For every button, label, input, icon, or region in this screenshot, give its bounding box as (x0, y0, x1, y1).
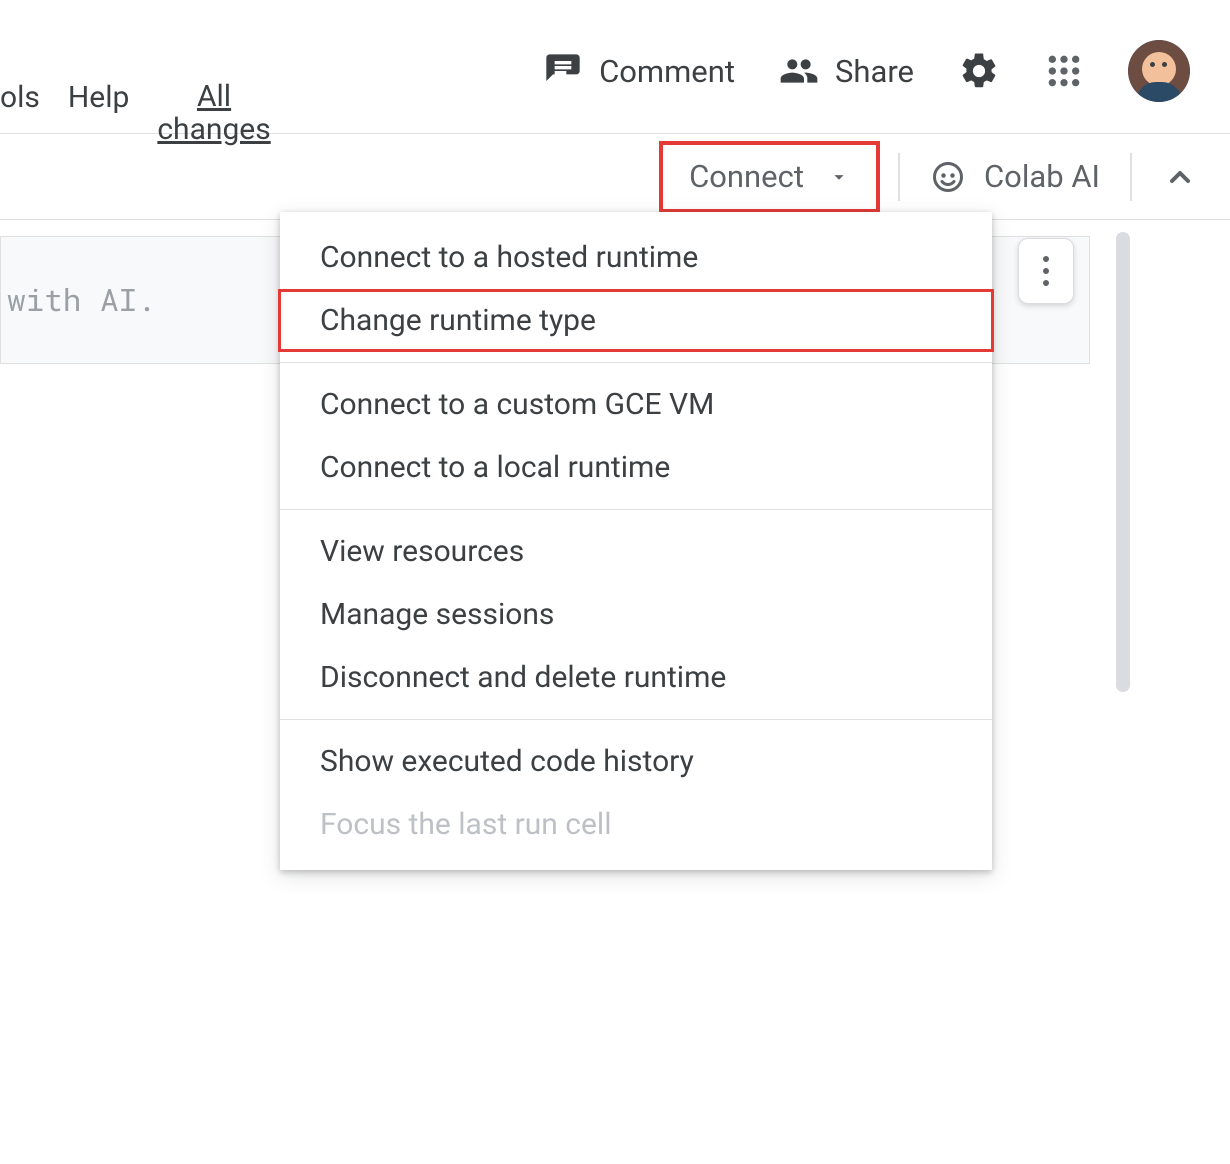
menu-disconnect-delete[interactable]: Disconnect and delete runtime (280, 646, 992, 709)
menu-divider (280, 509, 992, 510)
cell-placeholder: with AI. (7, 280, 156, 320)
menu-divider (280, 362, 992, 363)
menu-connect-hosted[interactable]: Connect to a hosted runtime (280, 226, 992, 289)
connect-dropdown: Connect to a hosted runtime Change runti… (280, 212, 992, 870)
cell-more-button[interactable] (1018, 238, 1074, 304)
gear-icon[interactable] (958, 50, 1000, 92)
more-vertical-icon (1041, 254, 1051, 288)
menu-connect-gce[interactable]: Connect to a custom GCE VM (280, 373, 992, 436)
avatar[interactable] (1128, 40, 1190, 102)
menu-focus-last-run: Focus the last run cell (280, 793, 992, 856)
chevron-up-icon (1164, 161, 1196, 193)
comment-icon (543, 51, 583, 91)
apps-icon[interactable] (1044, 51, 1084, 91)
top-actions: Comment Share (543, 40, 1190, 102)
menu-tools[interactable]: ols (0, 80, 40, 115)
caret-down-icon (828, 166, 850, 188)
menu-manage-sessions[interactable]: Manage sessions (280, 583, 992, 646)
toolbar: Connect Colab AI (0, 134, 1230, 220)
connect-label: Connect (689, 158, 804, 195)
menu-connect-local[interactable]: Connect to a local runtime (280, 436, 992, 499)
connect-button[interactable]: Connect (659, 141, 880, 213)
menu-help[interactable]: Help (68, 80, 129, 115)
collapse-button[interactable] (1150, 161, 1210, 193)
comment-label: Comment (599, 53, 735, 90)
colab-ai-label: Colab AI (984, 158, 1100, 195)
colab-ai-button[interactable]: Colab AI (898, 153, 1132, 201)
menu-change-runtime-type[interactable]: Change runtime type (280, 289, 992, 352)
people-icon (779, 51, 819, 91)
top-bar: ols Help All changes Comment Share (0, 0, 1230, 134)
share-button[interactable]: Share (779, 51, 914, 91)
menu-divider (280, 719, 992, 720)
colab-ai-icon (930, 159, 966, 195)
comment-button[interactable]: Comment (543, 51, 735, 91)
scrollbar[interactable] (1116, 232, 1130, 692)
menu-view-resources[interactable]: View resources (280, 520, 992, 583)
menu-code-history[interactable]: Show executed code history (280, 730, 992, 793)
share-label: Share (835, 53, 914, 90)
